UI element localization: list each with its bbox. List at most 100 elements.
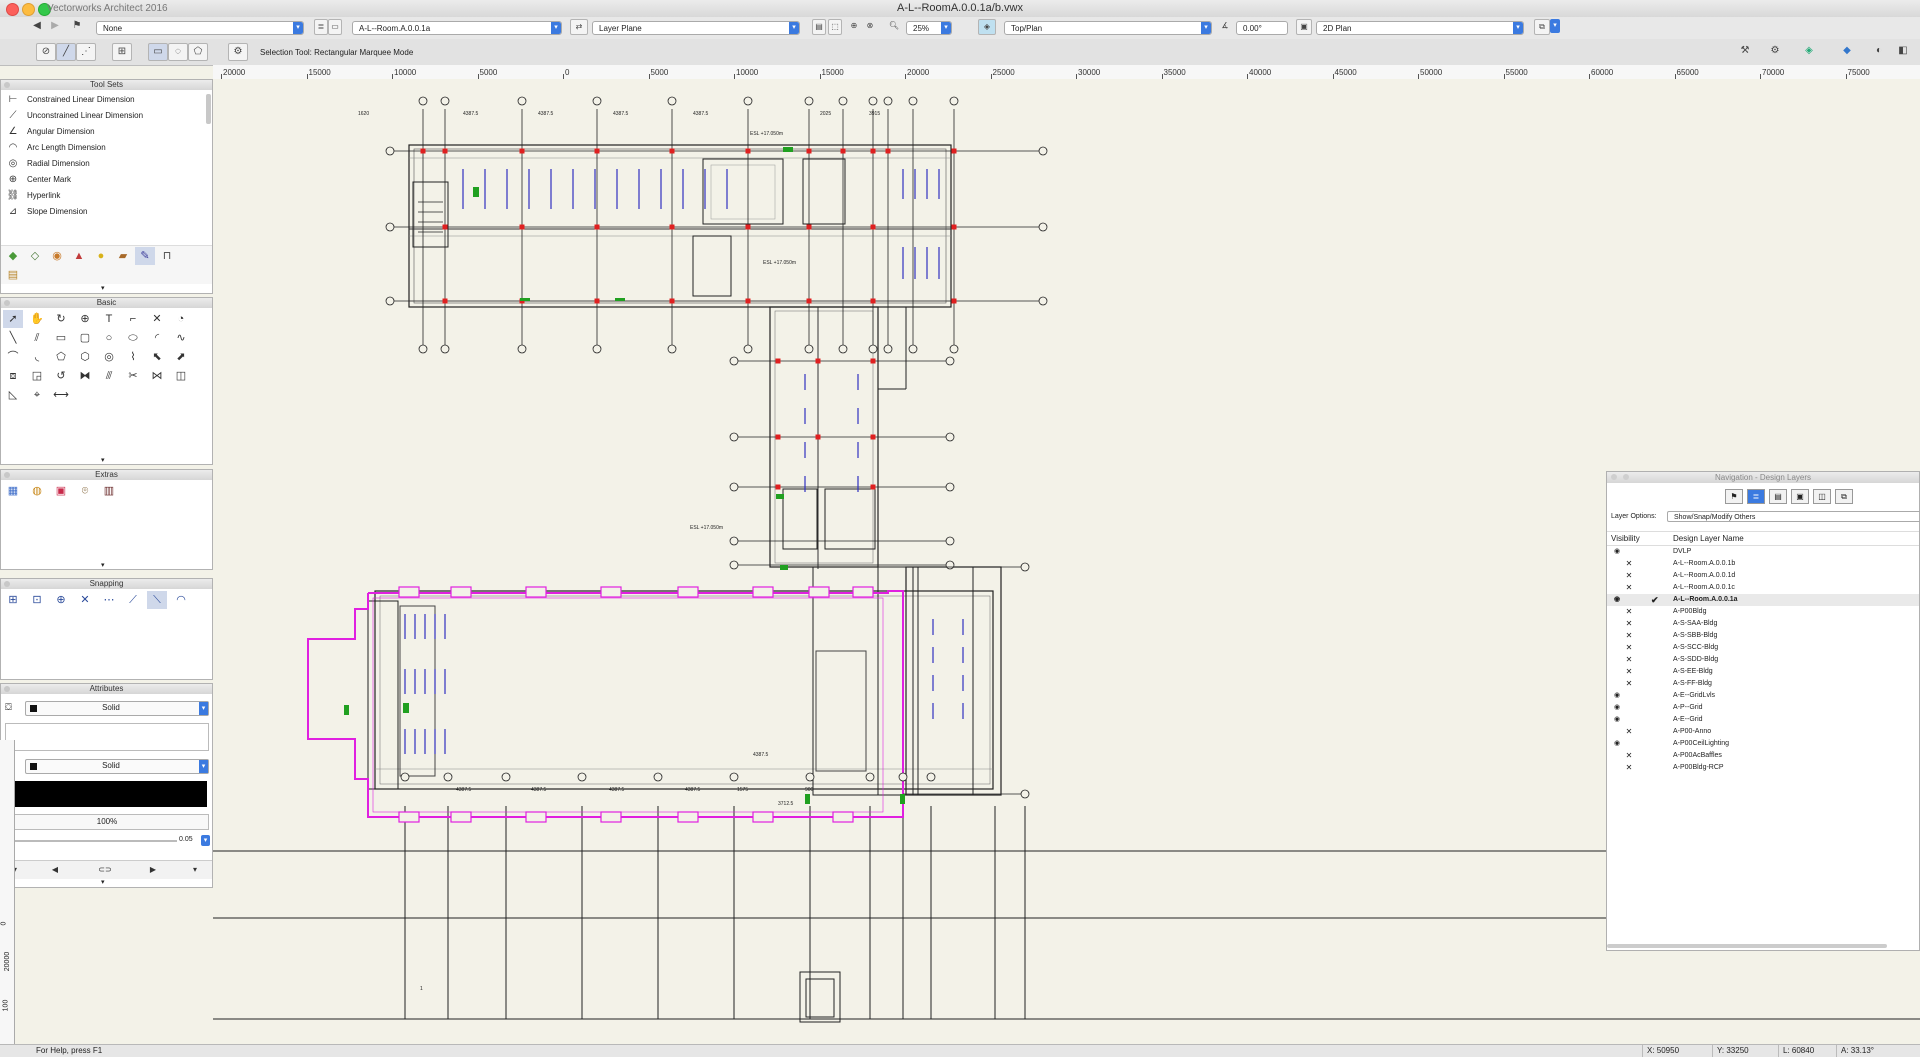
nav-viewports-tab[interactable]: ▣ xyxy=(1791,489,1809,504)
chevron-down-icon[interactable]: ▾ xyxy=(1550,19,1560,33)
nav-design-layers-tab[interactable]: ≣ xyxy=(1747,489,1765,504)
close-palette-icon[interactable] xyxy=(4,686,10,692)
layer-dropdown[interactable]: A-L--Room.A.0.0.1a ▾ xyxy=(352,21,562,35)
freehand-tool-icon[interactable]: ∿ xyxy=(171,329,191,347)
hidden-x-icon[interactable]: ✕ xyxy=(1623,582,1635,594)
eye-icon[interactable]: ◉ xyxy=(1611,594,1623,606)
layer-options-icon[interactable]: ▭ xyxy=(328,19,342,35)
nav-saved-views-tab[interactable]: ◫ xyxy=(1813,489,1831,504)
layer-row[interactable]: ◉ A-P--Grid xyxy=(1607,702,1919,714)
redline-tool-icon[interactable]: ▣ xyxy=(51,482,71,500)
dimension-tool-icon[interactable]: ⟷ xyxy=(51,386,71,404)
layer-row[interactable]: ✕ A-L--Room.A.0.0.1d xyxy=(1607,570,1919,582)
chevron-down-icon[interactable]: ▾ xyxy=(101,284,105,292)
close-palette-icon[interactable] xyxy=(4,581,10,587)
align-icon[interactable]: ⊞ xyxy=(112,43,132,61)
grid-tool-icon[interactable]: ▦ xyxy=(3,482,23,500)
polyline-tool-icon[interactable]: ⌒ xyxy=(3,348,23,366)
rectangle-tool-icon[interactable]: ▭ xyxy=(51,329,71,347)
snap-to-object-icon[interactable]: ⊡ xyxy=(27,591,47,609)
layer-row[interactable]: ✕ A-S-SAA-Bldg xyxy=(1607,618,1919,630)
fill-style-dropdown[interactable]: Solid ▾ xyxy=(25,701,209,716)
layer-row[interactable]: ✕ A-S-EE-Bldg xyxy=(1607,666,1919,678)
zoom-objects-icon[interactable]: ⊗ xyxy=(864,19,876,33)
rectangular-marquee-icon[interactable]: ▭ xyxy=(148,43,168,61)
schedule-tool-icon[interactable]: ▥ xyxy=(99,482,119,500)
stamp-tool-icon[interactable]: ◍ xyxy=(27,482,47,500)
layer-row[interactable]: ◉ A-E--Grid xyxy=(1607,714,1919,726)
clip-tool-icon[interactable]: ◫ xyxy=(171,367,191,385)
close-palette-icon[interactable] xyxy=(1611,474,1617,480)
rotation-field[interactable]: 0.00° xyxy=(1236,21,1288,35)
projection-icon[interactable]: ⧉ xyxy=(1534,19,1550,35)
spline-tool-icon[interactable]: ⌇ xyxy=(123,348,143,366)
visualization-icon[interactable]: ▤ xyxy=(3,266,23,284)
callout-tool-icon[interactable]: ⌐ xyxy=(123,310,143,328)
snap-to-distance-icon[interactable]: ⋯ xyxy=(99,591,119,609)
hidden-x-icon[interactable]: ✕ xyxy=(1623,654,1635,666)
split-tool-icon[interactable]: ⫻ xyxy=(99,367,119,385)
hidden-x-icon[interactable]: ✕ xyxy=(1623,618,1635,630)
quarter-arc-tool-icon[interactable]: ◟ xyxy=(27,348,47,366)
detailing-icon[interactable]: ⊓ xyxy=(157,247,177,265)
hidden-x-icon[interactable]: ✕ xyxy=(1623,630,1635,642)
delete-tool-icon[interactable]: ✕ xyxy=(147,310,167,328)
collapse-panel-icon[interactable]: ◧ xyxy=(1894,43,1912,59)
hidden-x-icon[interactable]: ✕ xyxy=(1623,678,1635,690)
reshape-tool-icon[interactable]: ⬉ xyxy=(147,348,167,366)
lighting-icon[interactable]: ● xyxy=(91,247,111,265)
arc-tool-icon[interactable]: ◜ xyxy=(147,329,167,347)
rotation-icon[interactable]: ∡ xyxy=(1218,19,1232,33)
dims-notes-icon[interactable]: ✎ xyxy=(135,247,155,265)
end-arrow-icon[interactable]: ▶ xyxy=(143,861,163,879)
forward-arrow-icon[interactable]: ▶ xyxy=(48,19,62,33)
chevron-down-icon[interactable]: ▾ xyxy=(201,835,210,846)
layer-row[interactable]: ◉ ✔ A-L--Room.A.0.0.1a xyxy=(1607,594,1919,606)
furniture-icon[interactable]: ◉ xyxy=(47,247,67,265)
tool-set-item[interactable]: ⊿ Slope Dimension xyxy=(1,204,206,220)
workgroup-icon[interactable]: ◈ xyxy=(1800,43,1818,59)
rotate-tool-icon[interactable]: ↺ xyxy=(51,367,71,385)
snap-to-grid-icon[interactable]: ⊞ xyxy=(3,591,23,609)
hidden-x-icon[interactable]: ✕ xyxy=(1623,726,1635,738)
tool-set-item[interactable]: ⛓ Hyperlink xyxy=(1,188,206,204)
selection-tool-icon[interactable]: ➚ xyxy=(3,310,23,328)
rounded-rectangle-tool-icon[interactable]: ▢ xyxy=(75,329,95,347)
view-dropdown[interactable]: Top/Plan ▾ xyxy=(1004,21,1212,35)
horizontal-scrollbar[interactable] xyxy=(1607,944,1887,948)
zoom-tool-icon[interactable]: ⊕ xyxy=(75,310,95,328)
eye-icon[interactable]: ◉ xyxy=(1611,546,1623,558)
line-thickness-slider[interactable] xyxy=(7,840,177,842)
zoom-dropdown[interactable]: 25% ▾ xyxy=(906,21,952,35)
eye-icon[interactable]: ◉ xyxy=(1611,714,1623,726)
smart-edge-icon[interactable]: ⟍ xyxy=(147,591,167,609)
layer-row[interactable]: ✕ A-L--Room.A.0.0.1c xyxy=(1607,582,1919,594)
publish-icon[interactable]: ◆ xyxy=(1838,43,1856,59)
no-select-icon[interactable]: ⊘ xyxy=(36,43,56,61)
tool-set-item[interactable]: ◎ Radial Dimension xyxy=(1,156,206,172)
smart-points-icon[interactable]: ⟋ xyxy=(123,591,143,609)
lasso-icon[interactable]: ◌ xyxy=(168,43,188,61)
opacity-field[interactable]: 100% xyxy=(5,814,209,830)
layer-row[interactable]: ✕ A-S-SBB-Bldg xyxy=(1607,630,1919,642)
plane-icon[interactable]: ⇄ xyxy=(570,19,588,35)
chamfer-tool-icon[interactable]: ◺ xyxy=(3,386,23,404)
regular-polygon-tool-icon[interactable]: ⬡ xyxy=(75,348,95,366)
layer-options-dropdown[interactable]: Show/Snap/Modify Others xyxy=(1667,511,1920,522)
layer-row[interactable]: ◉ A-P00CeilLighting xyxy=(1607,738,1919,750)
offset-tool-icon[interactable]: ⧈ xyxy=(3,367,23,385)
site-planning-icon[interactable]: ◆ xyxy=(3,247,23,265)
zoom-icon[interactable]: 🔍︎ xyxy=(888,19,900,33)
machine-design-icon[interactable]: ▲ xyxy=(69,247,89,265)
link-icon[interactable]: ⊂⊃ xyxy=(95,861,115,879)
page-icon[interactable]: ▤ xyxy=(812,19,826,35)
tool-set-item[interactable]: ⊢ Constrained Linear Dimension xyxy=(1,92,206,108)
gear-icon[interactable]: ⚙ xyxy=(1766,43,1784,59)
fillet-tool-icon[interactable]: ◲ xyxy=(27,367,47,385)
trim-tool-icon[interactable]: ✂ xyxy=(123,367,143,385)
hidden-x-icon[interactable]: ✕ xyxy=(1623,606,1635,618)
nav-references-tab[interactable]: ⧉ xyxy=(1835,489,1853,504)
layer-row[interactable]: ✕ A-S-SDD-Bldg xyxy=(1607,654,1919,666)
pan-tool-icon[interactable]: ✋ xyxy=(27,310,47,328)
polygon-tool-icon[interactable]: ⬠ xyxy=(51,348,71,366)
